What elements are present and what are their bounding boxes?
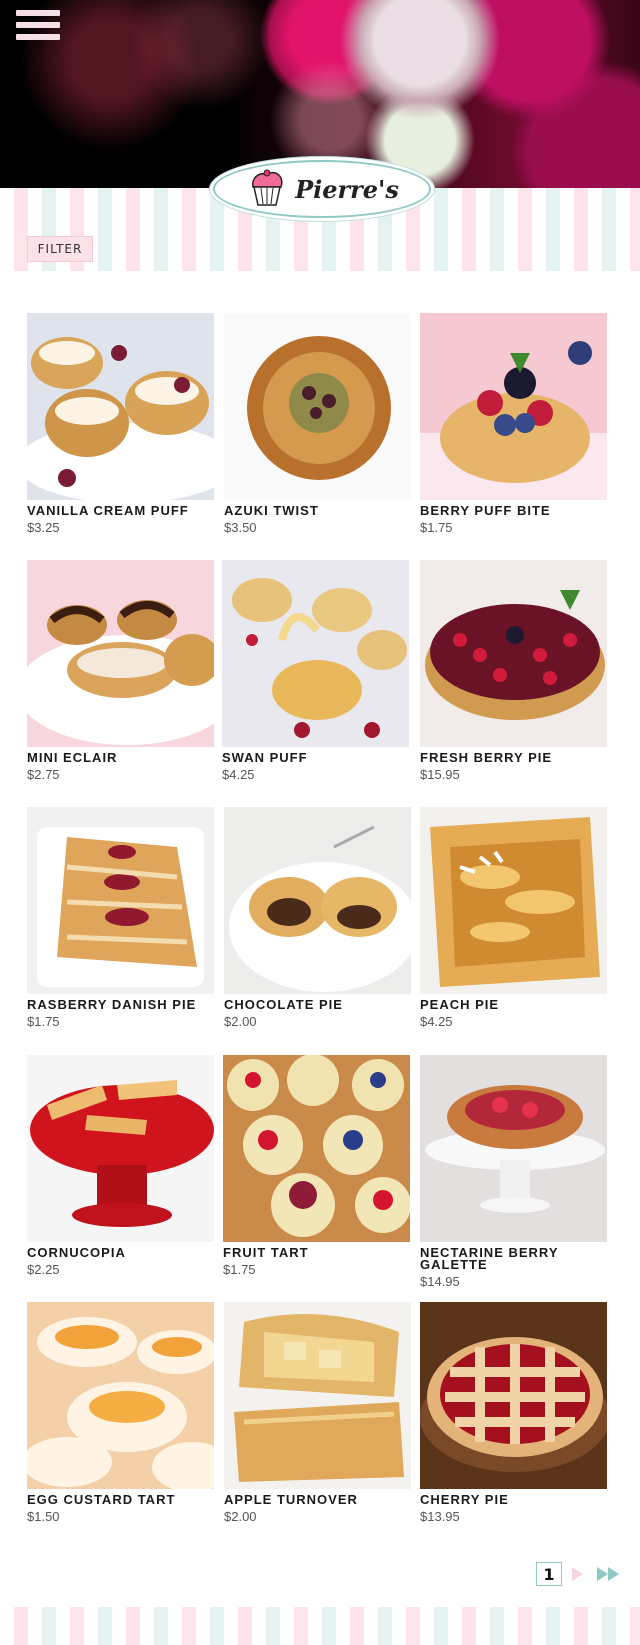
product-photo	[27, 1302, 214, 1489]
product-name: PEACH PIE	[420, 997, 500, 1012]
pagination: 1	[536, 1562, 619, 1586]
product-photo	[420, 560, 607, 747]
product-price: $1.75	[27, 1014, 60, 1029]
brand-name: Pierre's	[295, 174, 399, 204]
product-price: $4.25	[222, 767, 255, 782]
product-name: FRESH BERRY PIE	[420, 750, 553, 765]
cupcake-icon	[252, 169, 283, 206]
product-price: $3.25	[27, 520, 60, 535]
product-name: MINI ECLAIR	[27, 750, 118, 765]
product-photo	[224, 313, 411, 500]
product-card[interactable]: MINI ECLAIR $2.75	[27, 560, 214, 782]
product-name: AZUKI TWIST	[224, 503, 319, 518]
product-name: VANILLA CREAM PUFF	[27, 503, 189, 518]
product-card[interactable]: CHOCOLATE PIE $2.00	[224, 807, 411, 1029]
product-photo	[27, 807, 214, 994]
product-card[interactable]: AZUKI TWIST $3.50	[224, 313, 411, 535]
product-card[interactable]: VANILLA CREAM PUFF $3.25	[27, 313, 214, 535]
product-card[interactable]: EGG CUSTARD TART $1.50	[27, 1302, 214, 1524]
product-card[interactable]: NECTARINE BERRY GALETTE $14.95	[420, 1055, 607, 1289]
product-card[interactable]: PEACH PIE $4.25	[420, 807, 607, 1029]
filter-button[interactable]: FILTER	[27, 236, 93, 262]
product-photo	[27, 560, 214, 747]
product-photo	[224, 1302, 411, 1489]
product-price: $1.75	[223, 1262, 256, 1277]
product-photo	[420, 313, 607, 500]
product-price: $2.75	[27, 767, 60, 782]
product-card[interactable]: CHERRY PIE $13.95	[420, 1302, 607, 1524]
product-photo	[223, 1055, 410, 1242]
product-price: $3.50	[224, 520, 257, 535]
product-name: CHOCOLATE PIE	[224, 997, 343, 1012]
product-photo	[420, 1302, 607, 1489]
product-name: NECTARINE BERRY GALETTE	[420, 1245, 559, 1272]
product-price: $14.95	[420, 1274, 460, 1289]
product-photo	[224, 807, 411, 994]
product-price: $15.95	[420, 767, 460, 782]
product-card[interactable]: BERRY PUFF BITE $1.75	[420, 313, 607, 535]
product-photo	[420, 807, 607, 994]
brand-logo[interactable]: Pierre's	[213, 160, 431, 218]
product-photo	[420, 1055, 607, 1242]
product-price: $4.25	[420, 1014, 453, 1029]
product-price: $2.00	[224, 1509, 257, 1524]
product-card[interactable]: RASBERRY DANISH PIE $1.75	[27, 807, 214, 1029]
product-card[interactable]: APPLE TURNOVER $2.00	[224, 1302, 411, 1524]
product-card[interactable]: FRUIT TART $1.75	[223, 1055, 410, 1277]
product-price: $1.50	[27, 1509, 60, 1524]
product-price: $2.25	[27, 1262, 60, 1277]
product-name: BERRY PUFF BITE	[420, 503, 551, 518]
page-number-current[interactable]: 1	[536, 1562, 562, 1586]
stripe-band-bottom	[0, 1607, 640, 1645]
product-name: FRUIT TART	[223, 1245, 309, 1260]
product-photo	[27, 1055, 214, 1242]
product-photo	[27, 313, 214, 500]
product-name: RASBERRY DANISH PIE	[27, 997, 197, 1012]
menu-icon[interactable]	[16, 10, 60, 44]
product-price: $13.95	[420, 1509, 460, 1524]
product-card[interactable]: FRESH BERRY PIE $15.95	[420, 560, 607, 782]
last-page-icon[interactable]	[597, 1567, 619, 1581]
product-name: SWAN PUFF	[222, 750, 308, 765]
product-name: CORNUCOPIA	[27, 1245, 126, 1260]
product-name: CHERRY PIE	[420, 1492, 509, 1507]
product-name: EGG CUSTARD TART	[27, 1492, 176, 1507]
product-price: $1.75	[420, 520, 453, 535]
product-price: $2.00	[224, 1014, 257, 1029]
product-photo	[222, 560, 409, 747]
product-card[interactable]: SWAN PUFF $4.25	[222, 560, 409, 782]
product-card[interactable]: CORNUCOPIA $2.25	[27, 1055, 214, 1277]
next-page-icon[interactable]	[572, 1567, 583, 1581]
product-name: APPLE TURNOVER	[224, 1492, 358, 1507]
